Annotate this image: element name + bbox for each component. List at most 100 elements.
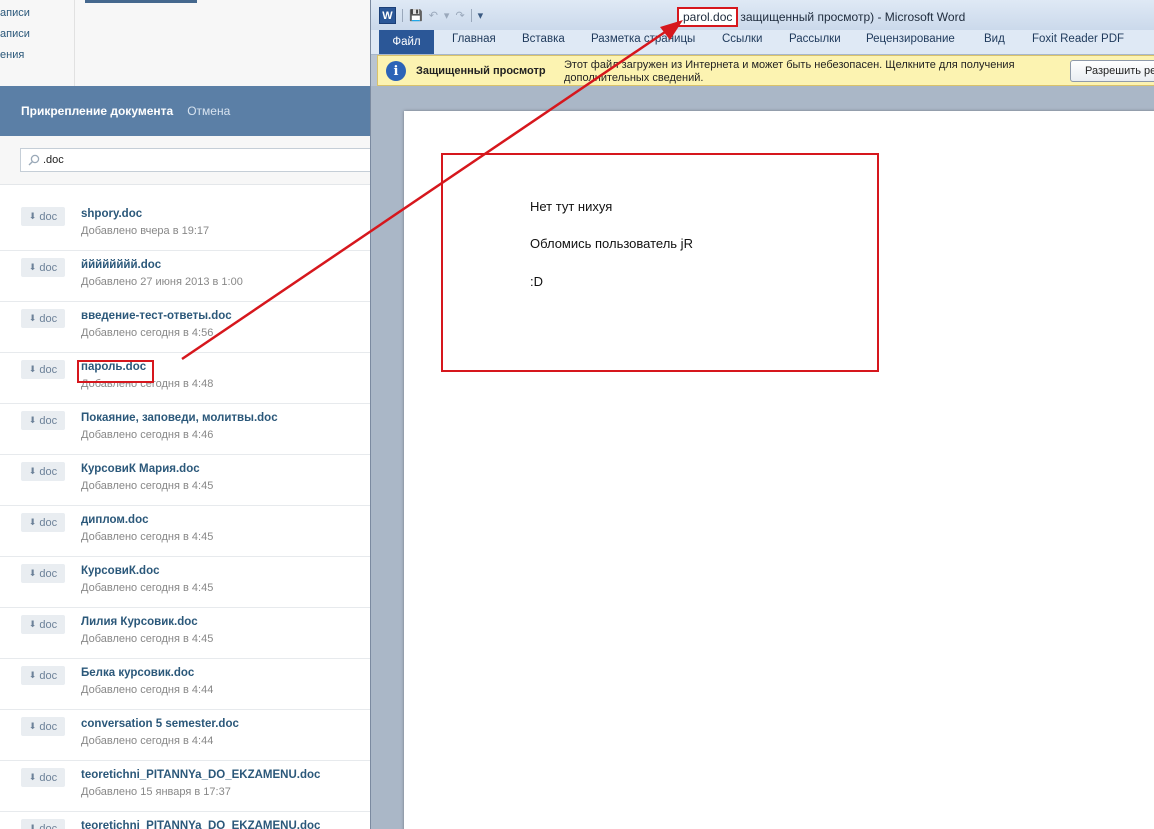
quick-access-toolbar: W 💾 ↶ ▾ ↷ ▾ xyxy=(379,7,483,24)
tab-foxit-reader-pdf[interactable]: Foxit Reader PDF xyxy=(1032,33,1124,45)
doc-download-badge[interactable]: ⬇ doc xyxy=(21,258,65,277)
document-name[interactable]: диплом.doc xyxy=(81,514,149,526)
document-row[interactable]: ⬇ doc Белка курсовик.doc Добавлено сегодн… xyxy=(0,659,372,710)
document-name[interactable]: teoretichni_PITANNYa_DO_EKZAMENU.doc xyxy=(81,820,320,829)
download-arrow-icon: ⬇ xyxy=(28,262,37,272)
document-name[interactable]: conversation 5 semester.doc xyxy=(81,718,239,730)
download-arrow-icon: ⬇ xyxy=(28,619,37,629)
search-input[interactable] xyxy=(43,154,343,166)
undo-dropdown-icon[interactable]: ▾ xyxy=(444,9,450,22)
protected-view-text[interactable]: Этот файл загружен из Интернета и может … xyxy=(564,59,1060,85)
window-title: parol.doc защищенный просмотр) - Microsof… xyxy=(677,7,965,27)
document-name[interactable]: shpory.doc xyxy=(81,208,142,220)
doc-download-badge[interactable]: ⬇ doc xyxy=(21,207,65,226)
ribbon-tabs: Файл Главная Вставка Разметка страницы С… xyxy=(371,30,1154,55)
doc-download-badge[interactable]: ⬇ doc xyxy=(21,564,65,583)
download-arrow-icon: ⬇ xyxy=(28,670,37,680)
enable-editing-button[interactable]: Разрешить ре xyxy=(1070,60,1154,82)
document-page[interactable]: Нет тут нихуя Обломись пользователь jR :… xyxy=(404,111,1154,829)
tab-insert[interactable]: Вставка xyxy=(522,33,565,45)
document-date: Добавлено сегодня в 4:45 xyxy=(81,633,214,645)
background-menu-item[interactable]: аписи xyxy=(0,7,30,19)
tab-view[interactable]: Вид xyxy=(984,33,1005,45)
tab-home[interactable]: Главная xyxy=(452,33,496,45)
tab-file[interactable]: Файл xyxy=(379,30,434,54)
doc-badge-label: doc xyxy=(39,312,58,325)
document-row[interactable]: ⬇ doc КурсовиК Мария.doc Добавлено сегодн… xyxy=(0,455,372,506)
document-name[interactable]: Покаяние, заповеди, молитвы.doc xyxy=(81,412,278,424)
doc-download-badge[interactable]: ⬇ doc xyxy=(21,462,65,481)
doc-badge-label: doc xyxy=(39,465,58,478)
customize-toolbar-icon[interactable]: ▾ xyxy=(478,9,484,22)
toolbar-separator xyxy=(402,9,403,22)
window-title-filename: parol.doc xyxy=(677,7,739,27)
document-row[interactable]: ⬇ doc Лилия Курсовик.doc Добавлено сегодн… xyxy=(0,608,372,659)
document-name[interactable]: КурсовиК Мария.doc xyxy=(81,463,200,475)
doc-download-badge[interactable]: ⬇ doc xyxy=(21,309,65,328)
document-name[interactable]: Белка курсовик.doc xyxy=(81,667,194,679)
document-row[interactable]: ⬇ doc введение-тест-ответы.doc Добавлено … xyxy=(0,302,372,353)
doc-badge-label: doc xyxy=(39,618,58,631)
save-icon[interactable]: 💾 xyxy=(409,9,423,22)
download-arrow-icon: ⬇ xyxy=(28,313,37,323)
document-row[interactable]: ⬇ doc teoretichni_PITANNYa_DO_EKZAMENU.do… xyxy=(0,761,372,812)
doc-download-badge[interactable]: ⬇ doc xyxy=(21,768,65,787)
tab-references[interactable]: Ссылки xyxy=(722,33,763,45)
document-name[interactable]: йййййййй.doc xyxy=(81,259,161,271)
redo-icon[interactable]: ↷ xyxy=(455,9,464,22)
tab-mailings[interactable]: Рассылки xyxy=(789,33,841,45)
document-text-line: :D xyxy=(530,274,543,289)
background-menu-item[interactable]: аписи xyxy=(0,28,30,40)
download-arrow-icon: ⬇ xyxy=(28,211,37,221)
background-menu-item[interactable]: ения xyxy=(0,49,24,61)
document-date: Добавлено сегодня в 4:45 xyxy=(81,582,214,594)
doc-download-badge[interactable]: ⬇ doc xyxy=(21,360,65,379)
document-row[interactable]: ⬇ doc Покаяние, заповеди, молитвы.doc Доб… xyxy=(0,404,372,455)
document-row[interactable]: ⬇ doc диплом.doc Добавлено сегодня в 4:45 xyxy=(0,506,372,557)
document-name[interactable]: введение-тест-ответы.doc xyxy=(81,310,232,322)
document-name[interactable]: КурсовиК.doc xyxy=(81,565,160,577)
doc-download-badge[interactable]: ⬇ doc xyxy=(21,615,65,634)
doc-badge-label: doc xyxy=(39,516,58,529)
document-date: Добавлено сегодня в 4:44 xyxy=(81,684,214,696)
document-row[interactable]: ⬇ doc shpory.doc Добавлено вчера в 19:17 xyxy=(0,200,372,251)
document-row[interactable]: ⬇ doc КурсовиК.doc Добавлено сегодня в 4:… xyxy=(0,557,372,608)
document-date: Добавлено сегодня в 4:44 xyxy=(81,735,214,747)
search-bar xyxy=(0,136,372,185)
doc-badge-label: doc xyxy=(39,720,58,733)
doc-download-badge[interactable]: ⬇ doc xyxy=(21,513,65,532)
tab-review[interactable]: Рецензирование xyxy=(866,33,955,45)
download-arrow-icon: ⬇ xyxy=(28,517,37,527)
tab-page-layout[interactable]: Разметка страницы xyxy=(591,33,695,45)
document-row[interactable]: ⬇ doc conversation 5 semester.doc Добавле… xyxy=(0,710,372,761)
doc-download-badge[interactable]: ⬇ doc xyxy=(21,411,65,430)
download-arrow-icon: ⬇ xyxy=(28,364,37,374)
doc-badge-label: doc xyxy=(39,363,58,376)
protected-view-title: Защищенный просмотр xyxy=(416,65,546,77)
toolbar-separator xyxy=(470,9,472,22)
document-date: Добавлено сегодня в 4:45 xyxy=(81,480,214,492)
background-top-bar xyxy=(85,0,197,3)
download-arrow-icon: ⬇ xyxy=(28,772,37,782)
document-date: Добавлено 15 января в 17:37 xyxy=(81,786,231,798)
document-name[interactable]: Лилия Курсовик.doc xyxy=(81,616,198,628)
doc-badge-label: doc xyxy=(39,669,58,682)
document-row[interactable]: ⬇ doc пароль.doc Добавлено сегодня в 4:48 xyxy=(0,353,372,404)
doc-download-badge[interactable]: ⬇ doc xyxy=(21,717,65,736)
document-row[interactable]: ⬇ doc йййййййй.doc Добавлено 27 июня 2013… xyxy=(0,251,372,302)
document-name[interactable]: teoretichni_PITANNYa_DO_EKZAMENU.doc xyxy=(81,769,320,781)
attach-document-dialog: Прикрепление документа Отмена ⬇doc shpor… xyxy=(0,86,372,829)
word-app-icon[interactable]: W xyxy=(379,7,396,24)
doc-download-badge[interactable]: ⬇ doc xyxy=(21,666,65,685)
protected-view-message-bar: i Защищенный просмотр Этот файл загружен… xyxy=(377,55,1154,86)
doc-badge-label: doc xyxy=(39,261,58,274)
search-box[interactable] xyxy=(20,148,372,172)
undo-icon[interactable]: ↶ xyxy=(429,9,438,22)
doc-download-badge[interactable]: ⬇ doc xyxy=(21,819,65,829)
window-title-rest: защищенный просмотр) - Microsoft Word xyxy=(740,10,966,24)
doc-badge-label: doc xyxy=(39,567,58,580)
cancel-link[interactable]: Отмена xyxy=(187,104,230,118)
annotation-highlight-box xyxy=(77,360,154,383)
document-row[interactable]: ⬇ doc teoretichni_PITANNYa_DO_EKZAMENU.do… xyxy=(0,812,372,829)
document-date: Добавлено 27 июня 2013 в 1:00 xyxy=(81,276,243,288)
